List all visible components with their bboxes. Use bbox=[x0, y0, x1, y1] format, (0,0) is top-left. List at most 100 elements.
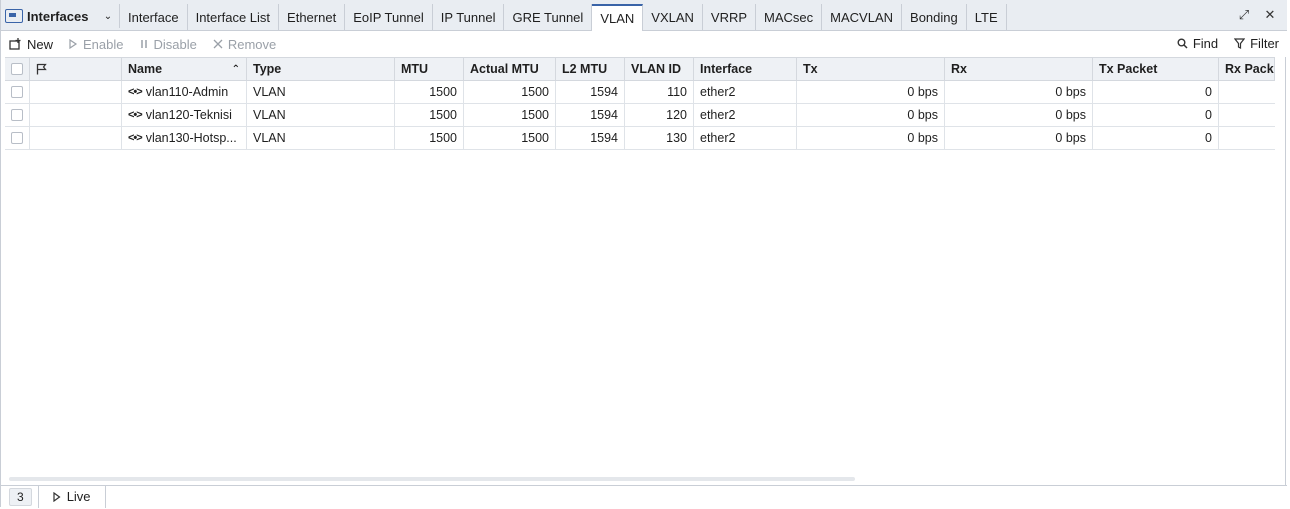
enable-button[interactable]: Enable bbox=[61, 32, 131, 56]
remove-label: Remove bbox=[227, 36, 277, 52]
row-tx: 0 bps bbox=[797, 104, 945, 126]
row-name-cell: <•> vlan120-Teknisi bbox=[122, 104, 247, 126]
column-header-mtu[interactable]: MTU bbox=[395, 58, 464, 80]
new-icon bbox=[9, 38, 21, 50]
row-tx-packet: 0 bbox=[1093, 104, 1219, 126]
live-button[interactable]: Live bbox=[37, 485, 106, 508]
row-l2-mtu: 1594 bbox=[556, 81, 625, 103]
tab-interface[interactable]: Interface bbox=[120, 4, 188, 30]
disable-label: Disable bbox=[153, 36, 197, 52]
column-header-interface[interactable]: Interface bbox=[694, 58, 797, 80]
row-name: vlan110-Admin bbox=[145, 85, 229, 99]
tab-ip-tunnel[interactable]: IP Tunnel bbox=[432, 4, 505, 30]
row-mtu: 1500 bbox=[395, 104, 464, 126]
window-title-text: Interfaces bbox=[27, 8, 89, 24]
row-vlan-id: 120 bbox=[625, 104, 694, 126]
tab-vxlan[interactable]: VXLAN bbox=[643, 4, 703, 30]
disable-button[interactable]: Disable bbox=[132, 32, 205, 56]
horizontal-scrollbar[interactable] bbox=[9, 477, 855, 481]
pause-icon bbox=[140, 40, 147, 48]
table-row[interactable]: <•> vlan120-Teknisi VLAN 1500 1500 1594 120 eth… bbox=[5, 104, 1275, 127]
new-label: New bbox=[27, 36, 54, 52]
vlan-icon: <•> bbox=[128, 132, 143, 144]
table-row[interactable]: <•> vlan130-Hotsp... VLAN 1500 1500 1594 130 et… bbox=[5, 127, 1275, 150]
column-header-l2-mtu[interactable]: L2 MTU bbox=[556, 58, 625, 80]
toolbar-right: Find Filter bbox=[1169, 31, 1287, 57]
tab-macvlan[interactable]: MACVLAN bbox=[822, 4, 903, 30]
row-tx-packet: 0 bbox=[1093, 127, 1219, 149]
row-type: VLAN bbox=[247, 104, 395, 126]
row-flag-cell bbox=[30, 104, 122, 126]
table-body: <•> vlan110-Admin VLAN 1500 1500 1594 110 ether… bbox=[5, 81, 1275, 150]
row-tx: 0 bps bbox=[797, 127, 945, 149]
row-vlan-id: 110 bbox=[625, 81, 694, 103]
row-interface: ether2 bbox=[694, 104, 797, 126]
window-title: Interfaces bbox=[5, 4, 88, 28]
filter-label: Filter bbox=[1250, 35, 1279, 51]
column-header-rx-packet-label: Rx Packe bbox=[1225, 62, 1274, 76]
filter-button[interactable]: Filter bbox=[1226, 31, 1287, 55]
row-name: vlan120-Teknisi bbox=[145, 108, 232, 122]
row-name-cell: <•> vlan110-Admin bbox=[122, 81, 247, 103]
row-vlan-id: 130 bbox=[625, 127, 694, 149]
find-button[interactable]: Find bbox=[1169, 31, 1226, 55]
table-row[interactable]: <•> vlan110-Admin VLAN 1500 1500 1594 110 ether… bbox=[5, 81, 1275, 104]
row-rx: 0 bps bbox=[945, 127, 1093, 149]
play-icon bbox=[69, 39, 78, 49]
item-count-badge: 3 bbox=[9, 487, 32, 506]
column-header-actual-mtu[interactable]: Actual MTU bbox=[464, 58, 556, 80]
row-interface: ether2 bbox=[694, 127, 797, 149]
flag-column-header[interactable] bbox=[30, 58, 122, 80]
column-header-rx-packet[interactable]: Rx Packe ≡ bbox=[1219, 58, 1275, 80]
new-button[interactable]: New bbox=[1, 32, 61, 56]
row-rx-packet bbox=[1219, 81, 1275, 103]
toolbar: New Enable Disable Remove Find Filter bbox=[1, 31, 1287, 57]
column-header-rx[interactable]: Rx bbox=[945, 58, 1093, 80]
checkbox-icon bbox=[11, 109, 23, 121]
tab-eoip-tunnel[interactable]: EoIP Tunnel bbox=[345, 4, 433, 30]
row-checkbox[interactable] bbox=[5, 81, 30, 103]
column-header-tx-packet[interactable]: Tx Packet bbox=[1093, 58, 1219, 80]
row-name-cell: <•> vlan130-Hotsp... bbox=[122, 127, 247, 149]
tab-bonding[interactable]: Bonding bbox=[902, 4, 967, 30]
row-actual-mtu: 1500 bbox=[464, 81, 556, 103]
tab-bar: Interfaces ⌄ Interface Interface List Ethe… bbox=[1, 0, 1287, 31]
flag-icon bbox=[36, 63, 47, 75]
tab-vrrp[interactable]: VRRP bbox=[702, 4, 757, 30]
row-name: vlan130-Hotsp... bbox=[145, 131, 237, 145]
close-icon[interactable]: ✕ bbox=[1261, 6, 1279, 24]
row-checkbox[interactable] bbox=[5, 127, 30, 149]
find-label: Find bbox=[1192, 35, 1219, 51]
remove-button[interactable]: Remove bbox=[205, 32, 284, 56]
checkbox-icon bbox=[11, 132, 23, 144]
tab-vlan[interactable]: VLAN bbox=[592, 4, 644, 31]
tab-lte[interactable]: LTE bbox=[966, 4, 1007, 30]
table-header: Name ⌃ Type MTU Actual MTU L2 MTU VLAN I… bbox=[5, 57, 1275, 81]
column-header-name[interactable]: Name ⌃ bbox=[122, 58, 247, 80]
row-tx-packet: 0 bbox=[1093, 81, 1219, 103]
column-header-type[interactable]: Type bbox=[247, 58, 395, 80]
tab-gre-tunnel[interactable]: GRE Tunnel bbox=[504, 4, 593, 30]
row-flag-cell bbox=[30, 81, 122, 103]
row-mtu: 1500 bbox=[395, 127, 464, 149]
row-l2-mtu: 1594 bbox=[556, 104, 625, 126]
column-header-name-label: Name bbox=[128, 62, 163, 76]
vlan-icon: <•> bbox=[128, 109, 143, 121]
expand-icon[interactable]: ⤢ bbox=[1235, 6, 1253, 24]
row-checkbox[interactable] bbox=[5, 104, 30, 126]
enable-label: Enable bbox=[83, 36, 124, 52]
row-l2-mtu: 1594 bbox=[556, 127, 625, 149]
interfaces-window: Interfaces ⌄ Interface Interface List Ethe… bbox=[0, 0, 1287, 508]
row-rx-packet bbox=[1219, 104, 1275, 126]
column-header-vlan-id[interactable]: VLAN ID bbox=[625, 58, 694, 80]
row-tx: 0 bps bbox=[797, 81, 945, 103]
tab-interface-list[interactable]: Interface List bbox=[187, 4, 280, 30]
select-all-checkbox[interactable] bbox=[5, 58, 30, 80]
tab-macsec[interactable]: MACsec bbox=[756, 4, 823, 30]
column-header-tx[interactable]: Tx bbox=[797, 58, 945, 80]
row-type: VLAN bbox=[247, 81, 395, 103]
row-flag-cell bbox=[30, 127, 122, 149]
tab-ethernet[interactable]: Ethernet bbox=[279, 4, 346, 30]
interfaces-icon bbox=[5, 9, 23, 23]
chevron-down-icon[interactable]: ⌄ bbox=[97, 4, 120, 28]
